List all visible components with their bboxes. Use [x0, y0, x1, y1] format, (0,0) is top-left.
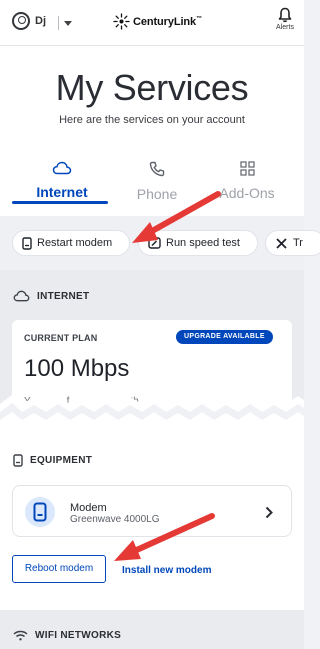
- tab-addons-label: Add-Ons: [219, 185, 275, 201]
- troubleshoot-button[interactable]: Tr: [265, 230, 320, 256]
- wifi-icon: [13, 630, 28, 641]
- device-name: Modem: [70, 502, 107, 514]
- speedometer-icon: [148, 237, 161, 249]
- phone-icon: [149, 161, 165, 177]
- equipment-section: EQUIPMENT Modem Greenwave 4000LG Reboot …: [0, 428, 304, 610]
- wifi-section: WIFI NETWORKS: [0, 610, 304, 649]
- cloud-icon: [13, 290, 30, 302]
- internet-section-heading: INTERNET: [13, 290, 89, 302]
- modem-icon: [33, 502, 47, 522]
- wifi-section-heading: WIFI NETWORKS: [13, 630, 121, 641]
- user-icon: [12, 12, 30, 30]
- device-icon-badge: [25, 497, 55, 527]
- internet-section-title: INTERNET: [37, 290, 90, 302]
- current-plan-label: CURRENT PLAN: [24, 333, 98, 343]
- install-new-modem-link[interactable]: Install new modem: [122, 565, 211, 576]
- bell-icon: [278, 7, 292, 23]
- page-subtitle: Here are the services on your account: [59, 114, 245, 126]
- divider: [58, 16, 59, 30]
- alerts-label: Alerts: [276, 24, 294, 31]
- modem-device-card[interactable]: Modem Greenwave 4000LG: [12, 485, 292, 537]
- brand-name: CenturyLink: [133, 15, 197, 28]
- device-model: Greenwave 4000LG: [70, 514, 160, 525]
- reboot-modem-button[interactable]: Reboot modem: [12, 555, 106, 583]
- tab-addons[interactable]: Add-Ons: [207, 161, 287, 201]
- page-title: My Services: [55, 67, 249, 108]
- troubleshoot-label: Tr: [293, 237, 303, 249]
- centurylink-logo[interactable]: CenturyLink ™: [113, 13, 202, 30]
- internet-section: INTERNET CURRENT PLAN UPGRADE AVAILABLE …: [0, 270, 304, 410]
- services-hero: My Services Here are the services on you…: [0, 46, 304, 216]
- run-speed-test-button[interactable]: Run speed test: [138, 230, 258, 256]
- centurylink-logo-icon: [113, 13, 130, 30]
- quick-actions: Restart modem Run speed test Tr: [0, 216, 320, 270]
- restart-modem-button[interactable]: Restart modem: [12, 230, 130, 256]
- modem-icon: [22, 236, 32, 250]
- wifi-section-title: WIFI NETWORKS: [35, 630, 122, 641]
- equipment-section-heading: EQUIPMENT: [13, 454, 92, 467]
- upgrade-available-badge[interactable]: UPGRADE AVAILABLE: [176, 330, 273, 344]
- caret-down-icon[interactable]: [64, 21, 72, 26]
- tab-internet[interactable]: Internet: [22, 161, 102, 200]
- run-speed-test-label: Run speed test: [166, 237, 240, 249]
- trademark-mark: ™: [196, 15, 202, 22]
- tab-internet-label: Internet: [36, 184, 88, 200]
- chevron-right-icon: [265, 506, 273, 519]
- active-tab-indicator: [12, 201, 108, 204]
- account-menu[interactable]: Dj: [12, 12, 46, 30]
- restart-modem-label: Restart modem: [37, 237, 113, 249]
- user-initials: Dj: [35, 15, 46, 27]
- screenshot-tear-edge: [0, 395, 304, 428]
- tools-icon: [275, 237, 288, 250]
- equipment-section-title: EQUIPMENT: [30, 455, 93, 466]
- plan-speed: 100 Mbps: [24, 355, 130, 382]
- grid-icon: [239, 161, 255, 176]
- top-header: Dj CenturyLink ™ Alerts: [0, 0, 304, 46]
- modem-icon: [13, 454, 23, 467]
- tab-phone[interactable]: Phone: [117, 161, 197, 202]
- tab-phone-label: Phone: [136, 186, 178, 202]
- cloud-icon: [52, 161, 72, 175]
- alerts-button[interactable]: Alerts: [272, 7, 298, 31]
